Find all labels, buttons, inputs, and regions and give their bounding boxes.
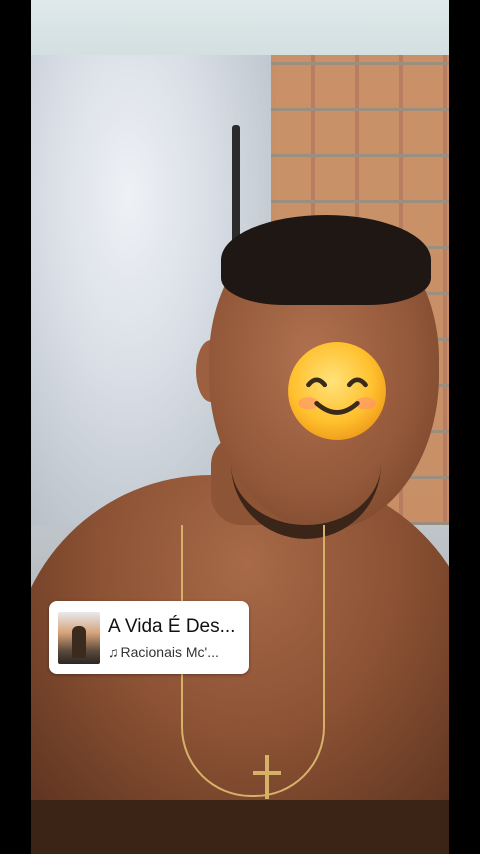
cross-pendant xyxy=(265,755,269,799)
music-sticker[interactable]: A Vida É Des... ♫ Racionais Mc'... xyxy=(49,601,249,674)
song-artist: Racionais Mc'... xyxy=(120,644,219,660)
song-title: A Vida É Des... xyxy=(108,616,236,637)
album-cover-figure xyxy=(72,626,86,658)
story-photo[interactable] xyxy=(31,55,449,800)
smiling-face-emoji[interactable] xyxy=(286,340,388,442)
person-hair xyxy=(221,215,431,305)
story-top-bar xyxy=(31,0,449,55)
cross-pendant-bar xyxy=(253,771,281,775)
story-bottom-strip xyxy=(31,800,449,854)
story-frame: A Vida É Des... ♫ Racionais Mc'... xyxy=(31,0,449,854)
song-artist-line: ♫ Racionais Mc'... xyxy=(108,644,219,660)
album-cover xyxy=(58,612,100,664)
music-note-icon: ♫ xyxy=(108,644,119,660)
